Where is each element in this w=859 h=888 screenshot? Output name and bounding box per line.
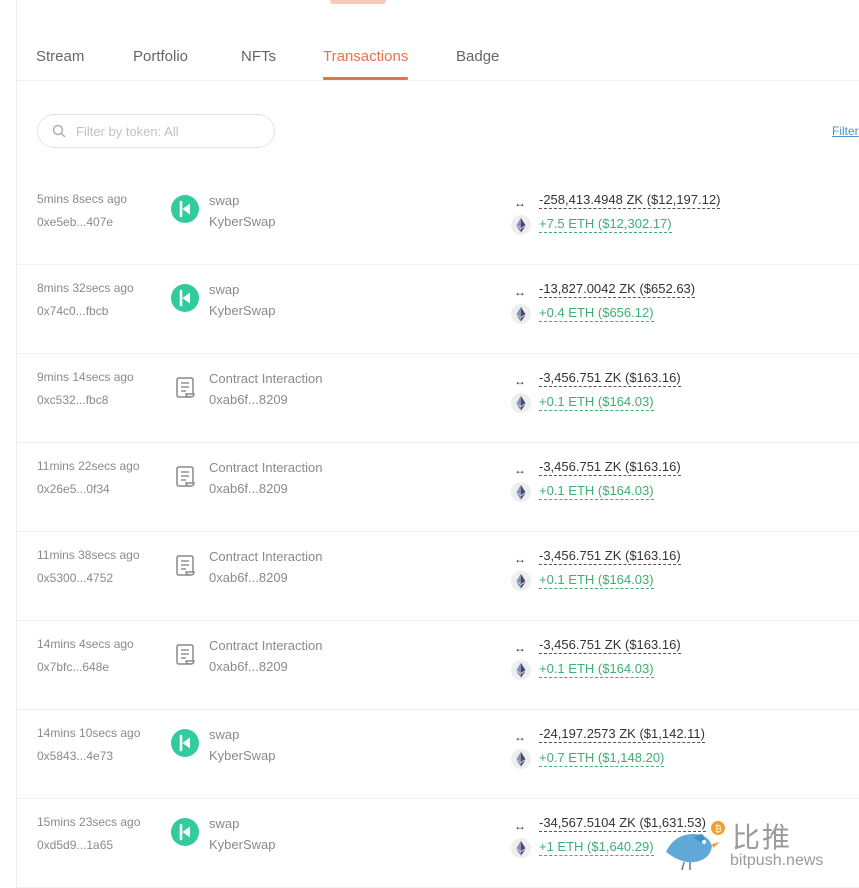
eth-token-icon: [511, 660, 531, 680]
tab-transactions[interactable]: Transactions: [323, 48, 408, 65]
tx-counterparty[interactable]: 0xab6f...8209: [209, 392, 288, 407]
transactions-page: Stream Portfolio NFTs Transactions Badge…: [0, 0, 859, 888]
tx-counterparty[interactable]: 0xab6f...8209: [209, 659, 288, 674]
swap-arrows-icon: ↔: [514, 819, 526, 833]
tx-time: 15mins 23secs ago: [37, 815, 141, 829]
tx-hash-link[interactable]: 0xc532...fbc8: [37, 393, 108, 407]
swap-arrows-icon: ↔: [514, 374, 526, 388]
tx-hash-link[interactable]: 0xe5eb...407e: [37, 215, 113, 229]
contract-scroll-icon: [171, 551, 199, 579]
swap-arrows-icon: ↔: [514, 196, 526, 210]
tx-in-amount: +0.1 ETH ($164.03): [539, 661, 654, 678]
tx-out-amount: -24,197.2573 ZK ($1,142.11): [539, 726, 705, 743]
tab-nfts[interactable]: NFTs: [241, 48, 276, 65]
filter-link[interactable]: Filter: [832, 124, 859, 138]
tx-action: Contract Interaction: [209, 460, 323, 475]
tx-out-amount: -3,456.751 ZK ($163.16): [539, 370, 681, 387]
eth-token-icon: [511, 482, 531, 502]
cropped-header-badge: [330, 0, 386, 4]
token-filter-input[interactable]: [74, 122, 268, 140]
eth-token-icon: [511, 304, 531, 324]
tx-out-amount: -13,827.0042 ZK ($652.63): [539, 281, 696, 298]
watermark-cn-text: 比推: [732, 821, 793, 854]
tab-stream[interactable]: Stream: [36, 48, 84, 65]
tx-time: 11mins 22secs ago: [37, 459, 140, 473]
bird-logo-icon: ₿: [666, 821, 725, 871]
tx-out-amount: -3,456.751 ZK ($163.16): [539, 459, 681, 476]
tx-action: Contract Interaction: [209, 638, 323, 653]
transaction-row: 14mins 10secs ago 0x5843...4e73 swap KyberS…: [17, 709, 859, 799]
tx-time: 14mins 10secs ago: [37, 726, 141, 740]
kyberswap-logo-icon: [171, 818, 199, 846]
transaction-row: 11mins 22secs ago 0x26e5...0f34 Contract I…: [17, 442, 859, 532]
svg-text:₿: ₿: [715, 824, 722, 835]
swap-arrows-icon: ↔: [514, 463, 526, 477]
tx-in-amount: +7.5 ETH ($12,302.17): [539, 216, 672, 233]
tx-action: Contract Interaction: [209, 371, 323, 386]
tx-counterparty[interactable]: KyberSwap: [209, 748, 275, 763]
swap-arrows-icon: ↔: [514, 641, 526, 655]
transaction-row: 9mins 14secs ago 0xc532...fbc8 Contract In…: [17, 353, 859, 443]
tx-in-amount: +1 ETH ($1,640.29): [539, 839, 654, 856]
transaction-row: 14mins 4secs ago 0x7bfc...648e Contract In…: [17, 620, 859, 710]
tx-out-amount: -3,456.751 ZK ($163.16): [539, 548, 681, 565]
contract-scroll-icon: [171, 640, 199, 668]
eth-token-icon: [511, 215, 531, 235]
tx-counterparty[interactable]: 0xab6f...8209: [209, 481, 288, 496]
kyberswap-logo-icon: [171, 284, 199, 312]
cropped-header-strip: [0, 0, 859, 6]
swap-arrows-icon: ↔: [514, 730, 526, 744]
tx-action: swap: [209, 727, 240, 742]
kyberswap-logo-icon: [171, 729, 199, 757]
tx-time: 8mins 32secs ago: [37, 281, 134, 295]
tx-in-amount: +0.7 ETH ($1,148.20): [539, 750, 665, 767]
tx-time: 14mins 4secs ago: [37, 637, 134, 651]
tx-out-amount: -258,413.4948 ZK ($12,197.12): [539, 192, 721, 209]
tx-hash-link[interactable]: 0x5300...4752: [37, 571, 113, 585]
transaction-row: 5mins 8secs ago 0xe5eb...407e swap KyberSwa…: [17, 175, 859, 265]
tx-action: swap: [209, 816, 240, 831]
eth-token-icon: [511, 393, 531, 413]
transaction-row: 8mins 32secs ago 0x74c0...fbcb swap KyberSw…: [17, 264, 859, 354]
tx-counterparty[interactable]: KyberSwap: [209, 303, 275, 318]
tab-portfolio[interactable]: Portfolio: [133, 48, 188, 65]
eth-token-icon: [511, 838, 531, 858]
tx-action: Contract Interaction: [209, 549, 323, 564]
active-tab-indicator: [323, 77, 408, 80]
tx-action: swap: [209, 282, 240, 297]
tx-out-amount: -3,456.751 ZK ($163.16): [539, 637, 681, 654]
tx-hash-link[interactable]: 0xd5d9...1a65: [37, 838, 113, 852]
tx-counterparty[interactable]: KyberSwap: [209, 837, 275, 852]
tx-in-amount: +0.1 ETH ($164.03): [539, 572, 654, 589]
tx-time: 5mins 8secs ago: [37, 192, 128, 206]
transaction-row: 11mins 38secs ago 0x5300...4752 Contract I…: [17, 531, 859, 621]
tx-in-amount: +0.1 ETH ($164.03): [539, 394, 654, 411]
tx-counterparty[interactable]: 0xab6f...8209: [209, 570, 288, 585]
tx-hash-link[interactable]: 0x74c0...fbcb: [37, 304, 108, 318]
tx-hash-link[interactable]: 0x7bfc...648e: [37, 660, 109, 674]
kyberswap-logo-icon: [171, 195, 199, 223]
tx-time: 11mins 38secs ago: [37, 548, 140, 562]
tx-hash-link[interactable]: 0x26e5...0f34: [37, 482, 110, 496]
token-filter-box[interactable]: [37, 114, 275, 148]
tx-in-amount: +0.4 ETH ($656.12): [539, 305, 654, 322]
tab-badge[interactable]: Badge: [456, 48, 499, 65]
swap-arrows-icon: ↔: [514, 285, 526, 299]
contract-scroll-icon: [171, 462, 199, 490]
eth-token-icon: [511, 571, 531, 591]
tx-hash-link[interactable]: 0x5843...4e73: [37, 749, 113, 763]
eth-token-icon: [511, 749, 531, 769]
search-icon: [52, 124, 66, 138]
bitpush-watermark: ₿ 比推 bitpush.news: [660, 814, 850, 874]
swap-arrows-icon: ↔: [514, 552, 526, 566]
watermark-en-text: bitpush.news: [730, 852, 824, 869]
tx-action: swap: [209, 193, 240, 208]
profile-tabs: Stream Portfolio NFTs Transactions Badge: [17, 30, 859, 81]
contract-scroll-icon: [171, 373, 199, 401]
tx-time: 9mins 14secs ago: [37, 370, 134, 384]
tx-counterparty[interactable]: KyberSwap: [209, 214, 275, 229]
tx-in-amount: +0.1 ETH ($164.03): [539, 483, 654, 500]
